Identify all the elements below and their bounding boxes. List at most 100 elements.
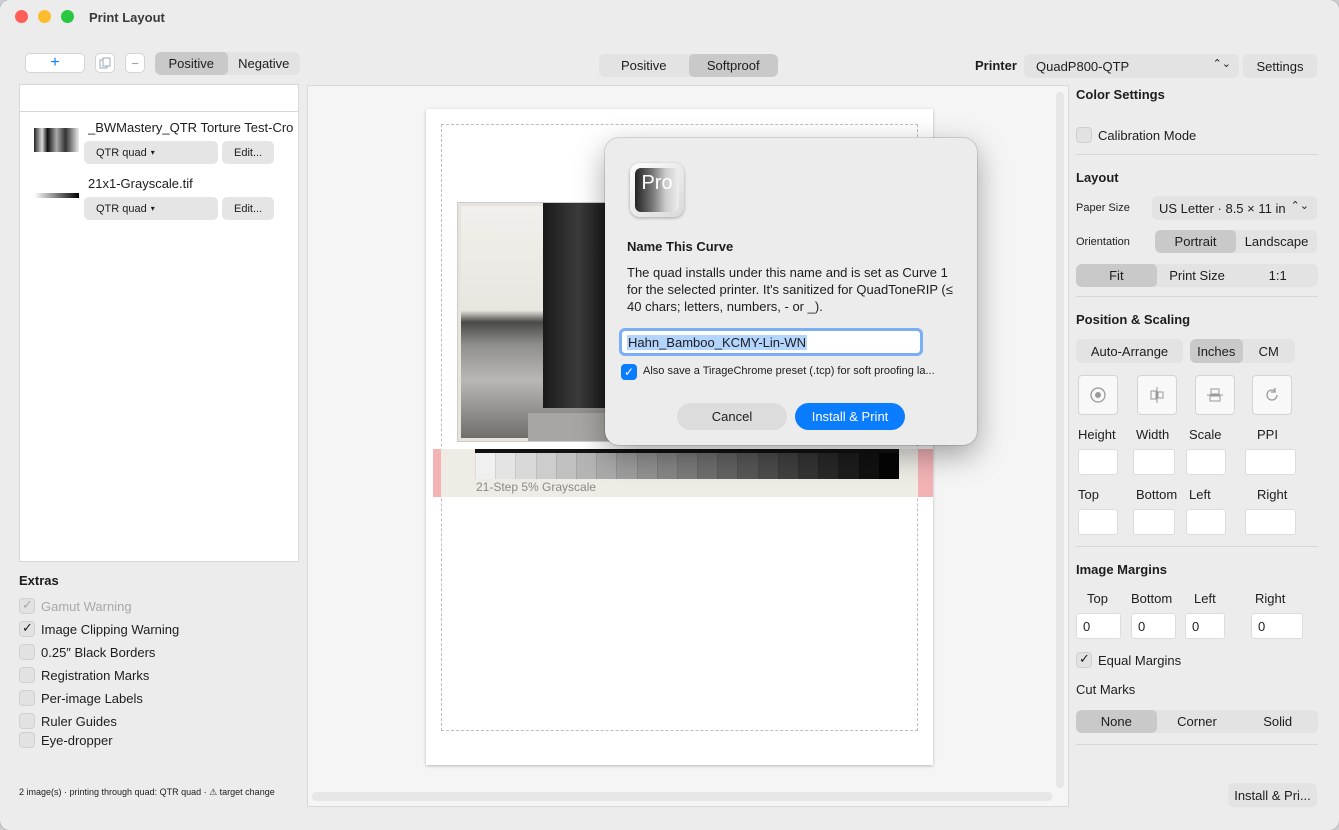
cut-solid[interactable]: Solid [1237,710,1318,733]
cut-none[interactable]: None [1076,710,1157,733]
fit-option[interactable]: Fit [1076,264,1157,287]
vertical-scrollbar[interactable] [1056,92,1064,788]
edit-button-2[interactable]: Edit... [222,197,274,220]
units-toggle: Inches CM [1190,339,1295,363]
extras-checkbox-1[interactable]: ✓ [19,620,35,637]
strip-top-bar [475,449,899,453]
dropdown-icon: ▾ [150,148,155,157]
view-mode-toggle: Positive Softproof [599,54,778,77]
grayscale-step [798,453,819,479]
grayscale-step [475,453,496,479]
install-print-confirm-button[interactable]: Install & Print [795,403,905,430]
grayscale-step [636,453,657,479]
dim-field-3[interactable] [1245,449,1296,475]
dim-field-1[interactable] [1133,449,1175,475]
printer-label: Printer [975,58,1017,73]
grayscale-step [676,453,698,479]
cut-marks-label: Cut Marks [1076,682,1136,697]
pos_labels-2: Left [1189,487,1211,502]
pos_labels-1: Bottom [1136,487,1178,502]
close-button[interactable] [15,10,28,23]
one-to-one-option[interactable]: 1:1 [1237,264,1318,287]
equal-margins-checkbox[interactable]: ✓ [1076,651,1092,668]
settings-button[interactable]: Settings [1243,54,1317,78]
dim_labels-3: PPI [1257,427,1278,442]
margin-label-3: Right [1255,591,1286,606]
dialog-title: Name This Curve [627,239,734,254]
dropdown-icon: ▾ [150,204,155,213]
margin-field-1[interactable]: 0 [1131,613,1176,639]
rotate-button[interactable] [1252,375,1292,415]
thumbnail-bwmastery [34,128,79,152]
extras-label-0: Gamut Warning [41,599,132,614]
profile-label: QTR quad [96,146,147,159]
pos_labels-3: Right [1257,487,1288,502]
edit-button-1[interactable]: Edit... [222,141,274,164]
grayscale-step [757,453,778,479]
extras-checkbox-2[interactable] [19,644,35,660]
cut-corner[interactable]: Corner [1157,710,1238,733]
view-softproof[interactable]: Softproof [688,54,778,77]
calibration-mode-checkbox[interactable] [1076,127,1092,143]
orientation-label: Orientation [1076,236,1130,248]
minimize-button[interactable] [38,10,51,23]
print-size-option[interactable]: Print Size [1157,264,1238,287]
paper-size-value: US Letter · 8.5 × 11 in [1159,200,1286,216]
cancel-button[interactable]: Cancel [677,403,787,430]
horizontal-scrollbar[interactable] [312,792,1052,801]
extras-label-6: Eye-dropper [41,733,113,748]
install-print-button[interactable]: Install & Pri... [1228,783,1317,807]
pos-field-1[interactable] [1133,509,1175,535]
extras-checkbox-6[interactable] [19,732,35,748]
orientation-portrait[interactable]: Portrait [1155,230,1236,253]
duplicate-button[interactable] [95,53,115,73]
color-settings-title: Color Settings [1076,87,1165,102]
margin-field-2[interactable]: 0 [1185,613,1225,639]
grayscale-step [616,453,637,479]
status-text: 2 image(s) · printing through quad: QTR … [19,787,275,797]
zoom-button[interactable] [61,10,74,23]
pos-field-0[interactable] [1078,509,1118,535]
align-vertical-button[interactable] [1195,375,1235,415]
add-image-button[interactable]: + [25,53,85,73]
align-vertical-icon [1207,388,1223,402]
dim-field-2[interactable] [1186,449,1226,475]
dim-field-0[interactable] [1078,449,1118,475]
grayscale-step [697,453,718,479]
image-profile-2[interactable]: QTR quad ▾ [84,197,218,220]
margin-field-0[interactable]: 0 [1076,613,1121,639]
paper-size-select[interactable]: US Letter · 8.5 × 11 in ⌃⌄ [1152,196,1317,220]
remove-button[interactable]: − [125,53,145,73]
units-cm[interactable]: CM [1243,339,1296,363]
left-mode-toggle: Positive Negative [155,52,300,75]
pos-field-3[interactable] [1245,509,1296,535]
view-positive[interactable]: Positive [599,54,689,77]
image-name-1: _BWMastery_QTR Torture Test-Cro [88,120,294,135]
curve-name-input[interactable]: Hahn_Bamboo_KCMY-Lin-WN [619,328,923,356]
pos-field-2[interactable] [1186,509,1226,535]
center-button[interactable] [1078,375,1118,415]
margin-field-3[interactable]: 0 [1251,613,1303,639]
grayscale-step [838,453,859,479]
image-profile-1[interactable]: QTR quad ▾ [84,141,218,164]
calibration-mode-label: Calibration Mode [1098,128,1197,143]
save-preset-checkbox[interactable]: ✓ [621,364,637,380]
extras-checkbox-3[interactable] [19,667,35,683]
mode-negative[interactable]: Negative [228,52,301,75]
units-inches[interactable]: Inches [1190,339,1243,363]
image-list: _BWMastery_QTR Torture Test-Cro QTR quad… [19,84,299,562]
strip-label: 21-Step 5% Grayscale [476,480,597,494]
grayscale-step [535,453,556,479]
auto-arrange-button[interactable]: Auto-Arrange [1076,339,1183,363]
orientation-landscape[interactable]: Landscape [1236,230,1317,253]
extras-checkbox-4[interactable] [19,690,35,706]
printer-value: QuadP800-QTP [1036,58,1130,74]
grayscale-step [818,453,839,479]
extras-checkbox-5[interactable] [19,713,35,729]
mode-positive[interactable]: Positive [155,52,228,75]
align-horizontal-button[interactable] [1137,375,1177,415]
name-curve-dialog: Pro Name This Curve The quad installs un… [605,138,977,445]
layout-title: Layout [1076,170,1119,185]
align-horizontal-icon [1150,387,1164,403]
printer-select[interactable]: QuadP800-QTP ⌃⌄ [1024,54,1239,78]
